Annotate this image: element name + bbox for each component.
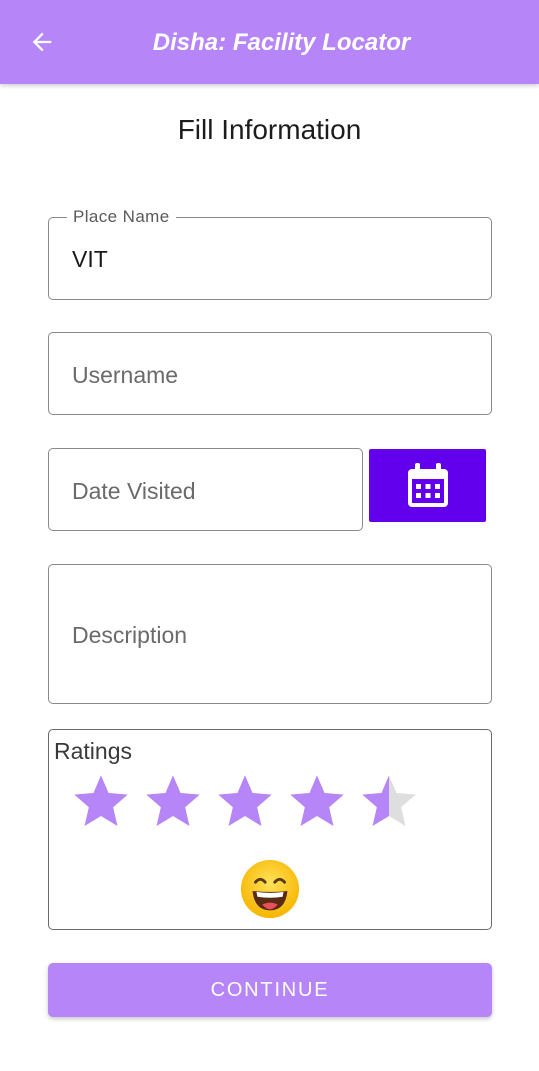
continue-button[interactable]: CONTINUE [48, 963, 492, 1017]
rating-star-3[interactable] [213, 770, 277, 834]
rating-star-4[interactable] [285, 770, 349, 834]
app-bar: Disha: Facility Locator [0, 0, 539, 84]
grinning-face-icon [240, 859, 300, 919]
date-picker-button[interactable] [369, 449, 486, 522]
date-visited-placeholder: Date Visited [72, 478, 196, 504]
ratings-box: Ratings [48, 729, 492, 930]
ratings-label: Ratings [54, 738, 132, 764]
rating-star-1[interactable] [69, 770, 133, 834]
calendar-icon [407, 462, 448, 507]
app-title: Disha: Facility Locator [152, 29, 411, 56]
date-visited-field[interactable]: Date Visited [48, 448, 363, 531]
username-placeholder: Username [72, 362, 179, 388]
rating-star-5[interactable] [357, 770, 421, 834]
description-placeholder: Description [72, 622, 188, 648]
page-title: Fill Information [177, 114, 362, 145]
description-field[interactable]: Description [48, 564, 492, 704]
place-name-field[interactable]: Place Name VIT [48, 207, 492, 300]
place-name-value: VIT [72, 246, 108, 272]
username-field[interactable]: Username [48, 332, 492, 415]
rating-star-2[interactable] [141, 770, 205, 834]
place-name-label: Place Name [67, 207, 176, 227]
